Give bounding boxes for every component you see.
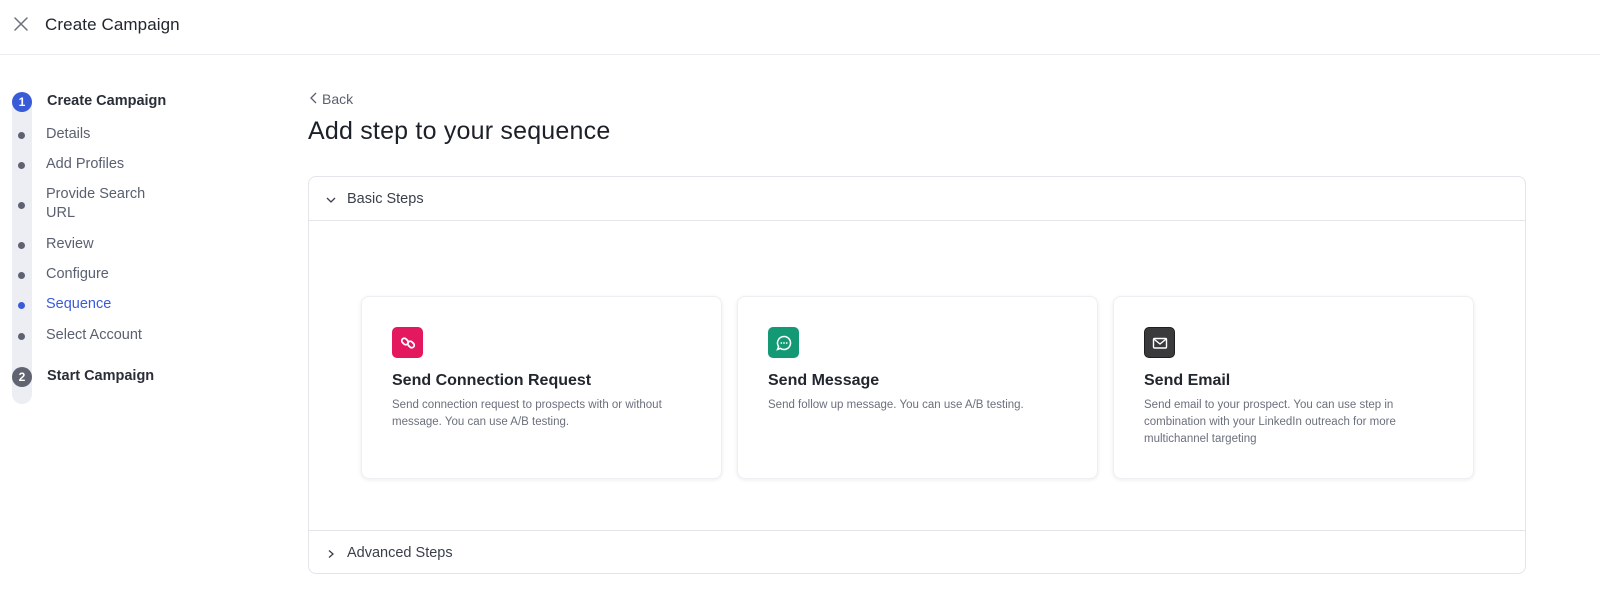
top-bar: Create Campaign [0,0,1600,55]
back-link-label: Back [322,91,354,107]
substep-dot [18,272,25,279]
substep-dot [18,242,25,249]
card-description: Send follow up message. You can use A/B … [768,399,1024,411]
link-icon [392,327,423,358]
chevron-down-icon [325,193,337,211]
basic-steps-label: Basic Steps [347,190,424,207]
chat-bubble-icon [768,327,799,358]
back-link[interactable]: Back [309,91,353,107]
card-title: Send Connection Request [392,372,592,389]
chevron-right-icon [325,547,337,565]
send-message-card[interactable]: Send Message Send follow up message. You… [737,296,1098,479]
substep-label: Configure [46,266,109,282]
page-title: Add step to your sequence [308,117,611,145]
step-label: Start Campaign [47,368,155,384]
advanced-steps-accordion-header[interactable]: Advanced Steps [309,530,1525,573]
substep-label: Details [46,126,91,142]
substep-label-current: Sequence [46,296,112,312]
substep-dot-current [18,302,25,309]
step-number-badge: 1 [12,92,32,112]
chevron-left-icon [309,91,322,107]
send-email-card[interactable]: Send Email Send email to your prospect. … [1113,296,1474,479]
page-header-title: Create Campaign [45,15,180,34]
substep-label: Review [46,236,94,252]
substep-label: Select Account [46,327,142,343]
substep-dot [18,132,25,139]
step-label: Create Campaign [47,93,167,109]
card-description: Send email to your prospect. You can use… [1144,399,1396,445]
step-create-campaign[interactable]: 1 Create Campaign [12,92,166,112]
substep-label: Add Profiles [46,156,125,172]
step-number-badge: 2 [12,367,32,387]
close-button[interactable] [11,16,31,36]
step-start-campaign[interactable]: 2 Start Campaign [12,367,154,387]
card-title: Send Message [768,372,880,389]
basic-steps-accordion-header[interactable]: Basic Steps [309,177,1525,221]
close-icon [14,16,28,36]
advanced-steps-label: Advanced Steps [347,544,453,561]
card-title: Send Email [1144,372,1231,389]
substep-dot [18,333,25,340]
step-picker-panel: Basic Steps Send Connection Request Send… [308,176,1526,574]
send-connection-request-card[interactable]: Send Connection Request Send connection … [361,296,722,479]
envelope-icon [1144,327,1175,358]
substep-label: Provide Search URL [46,186,146,221]
substep-dot [18,162,25,169]
substep-dot [18,202,25,209]
card-description: Send connection request to prospects wit… [392,399,662,428]
